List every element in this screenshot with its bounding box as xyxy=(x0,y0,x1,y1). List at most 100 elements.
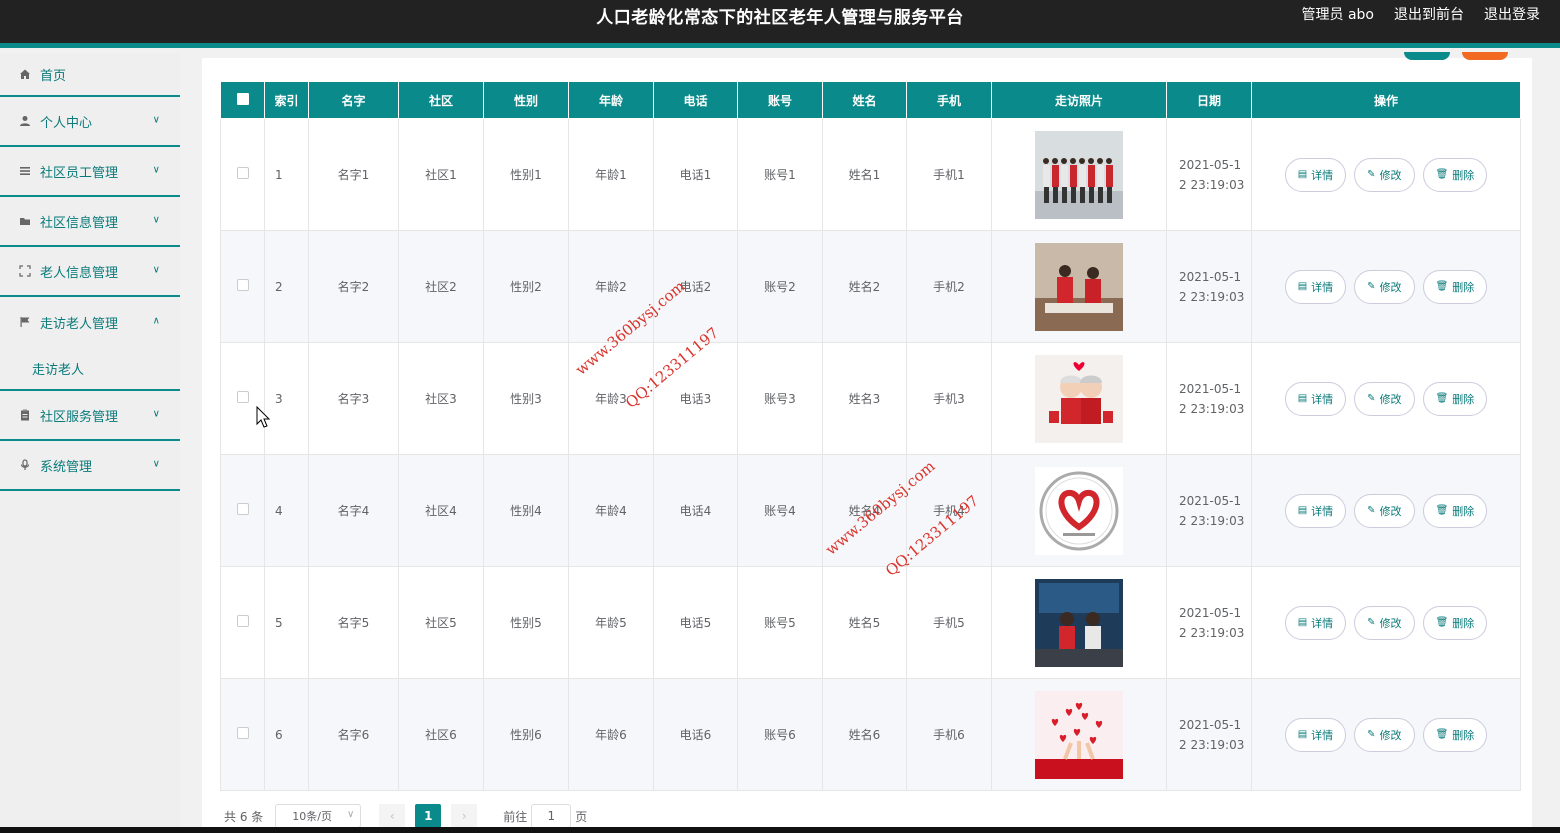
folder-icon xyxy=(18,214,32,228)
page-size-select[interactable]: 10条/页 ∨ xyxy=(275,804,362,828)
delete-button[interactable]: 🗑 删除 xyxy=(1422,157,1488,192)
chevron-down-icon: ∨ xyxy=(152,264,160,276)
cell-gender: 性别5 xyxy=(483,566,569,679)
delete-label: 删除 xyxy=(1452,280,1475,294)
trash-icon: 🗑 xyxy=(1435,281,1449,292)
sidebar-item-label: 老人信息管理 xyxy=(40,265,119,281)
submenu-visit-elderly[interactable]: 走访老人 xyxy=(0,347,180,391)
visit-photo[interactable] xyxy=(991,566,1167,679)
date-line: 2021-05-1 xyxy=(1179,381,1242,396)
col-header: 社区 xyxy=(398,81,484,119)
next-page-button[interactable]: › xyxy=(451,804,478,828)
logout-link[interactable]: 退出登录 xyxy=(1484,4,1540,24)
col-header: 操作 xyxy=(1251,81,1521,119)
detail-button[interactable]: ▤ 详情 xyxy=(1284,717,1347,752)
cell-mobile: 手机1 xyxy=(906,118,992,231)
edit-button[interactable]: ✎ 修改 xyxy=(1354,381,1415,416)
delete-label: 删除 xyxy=(1452,168,1475,182)
delete-button[interactable]: 🗑 删除 xyxy=(1422,381,1488,416)
sidebar-item-visit[interactable]: 走访老人管理 ∧ xyxy=(0,297,180,347)
cell-index: 3 xyxy=(264,342,309,455)
table-row: 5 名字5 社区5 性别5 年龄5 电话5 账号5 姓名5 手机5 2021-05-1 2 23:1… xyxy=(220,566,1521,679)
page-number-current[interactable]: 1 xyxy=(415,804,442,828)
sidebar-item-staff[interactable]: 社区员工管理 ∨ xyxy=(0,147,180,197)
chevron-down-icon: ∨ xyxy=(152,458,160,470)
user-icon xyxy=(18,114,32,128)
date-line: 2021-05-1 xyxy=(1179,269,1242,284)
sidebar-item-label: 系统管理 xyxy=(40,459,93,475)
visit-photo[interactable] xyxy=(991,342,1167,455)
edit-label: 修改 xyxy=(1379,280,1402,294)
back-to-front-link[interactable]: 退出到前台 xyxy=(1394,4,1464,24)
detail-button[interactable]: ▤ 详情 xyxy=(1284,605,1347,640)
visit-photo[interactable] xyxy=(991,230,1167,343)
time-line: 2 23:19:03 xyxy=(1179,737,1245,752)
detail-button[interactable]: ▤ 详情 xyxy=(1284,493,1347,528)
toolbar-button-teal[interactable] xyxy=(1404,52,1450,60)
select-all-checkbox[interactable] xyxy=(220,81,265,119)
col-header: 账号 xyxy=(737,81,823,119)
col-header: 年龄 xyxy=(568,81,654,119)
cell-phone: 电话6 xyxy=(653,678,738,791)
delete-label: 删除 xyxy=(1452,504,1475,518)
row-checkbox[interactable] xyxy=(220,342,265,455)
cell-account: 账号2 xyxy=(737,230,823,343)
sidebar-item-elderly[interactable]: 老人信息管理 ∨ xyxy=(0,247,180,297)
visit-photo[interactable] xyxy=(991,454,1167,567)
edit-button[interactable]: ✎ 修改 xyxy=(1354,605,1415,640)
row-checkbox[interactable] xyxy=(220,454,265,567)
visit-elderly-table: 索引 名字 社区 性别 年龄 电话 账号 姓名 手机 走访照片 日期 操作 1名… xyxy=(220,81,1521,791)
edit-button[interactable]: ✎ 修改 xyxy=(1354,157,1415,192)
sidebar-item-home[interactable]: 首页 xyxy=(0,53,180,97)
cell-phone: 电话1 xyxy=(653,118,738,231)
cell-mobile: 手机4 xyxy=(906,454,992,567)
cell-actions: ▤ 详情 ✎ 修改 🗑 删除 xyxy=(1251,342,1521,455)
cell-community: 社区1 xyxy=(398,118,484,231)
edit-button[interactable]: ✎ 修改 xyxy=(1354,493,1415,528)
cell-gender: 性别6 xyxy=(483,678,569,791)
detail-label: 详情 xyxy=(1311,168,1334,182)
cell-mobile: 手机5 xyxy=(906,566,992,679)
sidebar-item-label: 社区员工管理 xyxy=(40,165,119,181)
edit-button[interactable]: ✎ 修改 xyxy=(1354,717,1415,752)
table-row: 3 名字3 社区3 性别3 年龄3 电话3 账号3 姓名3 手机3 2021-05-1 2 23:1… xyxy=(220,342,1521,455)
row-checkbox[interactable] xyxy=(220,118,265,231)
row-checkbox[interactable] xyxy=(220,230,265,343)
sidebar-item-service[interactable]: 社区服务管理 ∨ xyxy=(0,391,180,441)
detail-button[interactable]: ▤ 详情 xyxy=(1284,381,1347,416)
detail-button[interactable]: ▤ 详情 xyxy=(1284,269,1347,304)
prev-page-button[interactable]: ‹ xyxy=(379,804,406,828)
visit-photo[interactable] xyxy=(991,678,1167,791)
col-header: 索引 xyxy=(264,81,309,119)
cell-actions: ▤ 详情 ✎ 修改 🗑 删除 xyxy=(1251,454,1521,567)
cell-name: 名字5 xyxy=(308,566,399,679)
edit-label: 修改 xyxy=(1379,728,1402,742)
sidebar-item-community[interactable]: 社区信息管理 ∨ xyxy=(0,197,180,247)
row-checkbox[interactable] xyxy=(220,678,265,791)
col-header: 性别 xyxy=(483,81,569,119)
goto-page-input[interactable]: 1 xyxy=(531,804,572,828)
sidebar-item-system[interactable]: 系统管理 ∨ xyxy=(0,441,180,491)
edit-label: 修改 xyxy=(1379,504,1402,518)
goto-label: 前往 xyxy=(503,809,528,824)
chevron-down-icon: ∨ xyxy=(152,214,160,226)
mouse-cursor-icon xyxy=(256,405,272,434)
edit-icon: ✎ xyxy=(1367,505,1376,516)
flag-icon xyxy=(18,315,32,329)
sidebar-item-personal[interactable]: 个人中心 ∨ xyxy=(0,97,180,147)
toolbar-button-orange[interactable] xyxy=(1462,52,1508,60)
chevron-down-icon: ∨ xyxy=(152,114,160,126)
edit-button[interactable]: ✎ 修改 xyxy=(1354,269,1415,304)
cell-date: 2021-05-1 2 23:19:03 xyxy=(1166,230,1252,343)
visit-photo[interactable] xyxy=(991,118,1167,231)
time-line: 2 23:19:03 xyxy=(1179,513,1245,528)
delete-button[interactable]: 🗑 删除 xyxy=(1422,717,1488,752)
delete-button[interactable]: 🗑 删除 xyxy=(1422,605,1488,640)
delete-label: 删除 xyxy=(1452,728,1475,742)
detail-button[interactable]: ▤ 详情 xyxy=(1284,157,1347,192)
row-checkbox[interactable] xyxy=(220,566,265,679)
cell-account: 账号6 xyxy=(737,678,823,791)
delete-button[interactable]: 🗑 删除 xyxy=(1422,493,1488,528)
delete-button[interactable]: 🗑 删除 xyxy=(1422,269,1488,304)
total-count: 共 6 条 xyxy=(224,809,264,824)
